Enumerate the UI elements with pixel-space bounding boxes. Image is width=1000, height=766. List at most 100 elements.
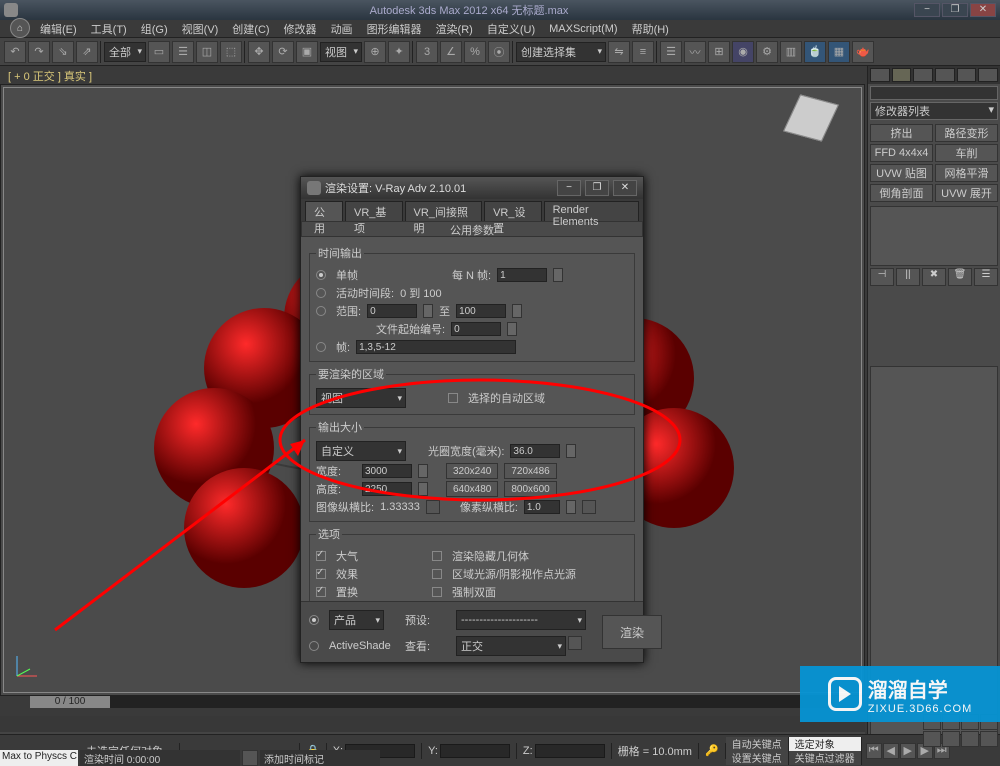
- active-time-radio[interactable]: [316, 288, 326, 298]
- manip-icon[interactable]: ✦: [388, 41, 410, 63]
- menu-tools[interactable]: 工具(T): [91, 21, 127, 37]
- display-tab-icon[interactable]: [957, 68, 977, 82]
- preset-640x480-button[interactable]: 640x480: [446, 481, 498, 497]
- output-preset-dropdown[interactable]: 自定义: [316, 441, 406, 461]
- width-spinner[interactable]: 3000: [362, 464, 412, 478]
- modify-tab-icon[interactable]: [892, 68, 912, 82]
- add-time-tag[interactable]: 添加时间标记: [260, 750, 380, 766]
- file-start-spinner[interactable]: 0: [451, 322, 501, 336]
- range-from-spinbtn[interactable]: [423, 304, 433, 318]
- area-lights-check[interactable]: [432, 569, 442, 579]
- setkey-button[interactable]: 设置关键点: [726, 751, 789, 765]
- tab-vr-base[interactable]: VR_基项: [345, 201, 403, 221]
- preset-320x240-button[interactable]: 320x240: [446, 463, 498, 479]
- percent-snap-icon[interactable]: %: [464, 41, 486, 63]
- height-spinner[interactable]: 2250: [362, 482, 412, 496]
- scale-icon[interactable]: ▣: [296, 41, 318, 63]
- px-aspect-lock-icon[interactable]: [582, 500, 596, 514]
- px-aspect-spinbtn[interactable]: [566, 500, 576, 514]
- render-button[interactable]: 渲染: [602, 615, 662, 649]
- motion-tab-icon[interactable]: [935, 68, 955, 82]
- zoom-extents-icon[interactable]: [923, 731, 941, 747]
- rotate-icon[interactable]: ⟳: [272, 41, 294, 63]
- selection-set-status[interactable]: 选定对象: [789, 737, 862, 751]
- maxscript-listener[interactable]: Max to Physcs C: [0, 750, 78, 766]
- app-menu-icon[interactable]: ⌂: [10, 18, 30, 38]
- preset-800x600-button[interactable]: 800x600: [504, 481, 556, 497]
- unlink-icon[interactable]: ⇗: [76, 41, 98, 63]
- named-selection-dropdown[interactable]: 创建选择集: [516, 42, 606, 62]
- angle-snap-icon[interactable]: ∠: [440, 41, 462, 63]
- material-editor-icon[interactable]: ◉: [732, 41, 754, 63]
- time-slider-thumb[interactable]: 0 / 100: [30, 696, 110, 708]
- tab-common[interactable]: 公用: [305, 201, 343, 221]
- range-to-spinner[interactable]: 100: [456, 304, 506, 318]
- make-unique-icon[interactable]: ✖: [922, 268, 946, 286]
- uvwmap-button[interactable]: UVW 贴图: [870, 164, 933, 182]
- max-toggle-icon[interactable]: [980, 731, 998, 747]
- render-prod-icon[interactable]: 🍵: [804, 41, 826, 63]
- aperture-spinner[interactable]: 36.0: [510, 444, 560, 458]
- preset-dropdown[interactable]: ---------------------: [456, 610, 586, 630]
- ref-coord-dropdown[interactable]: 视图: [320, 42, 362, 62]
- range-to-spinbtn[interactable]: [512, 304, 522, 318]
- dialog-restore-button[interactable]: ❐: [585, 180, 609, 196]
- prev-frame-icon[interactable]: ◀: [883, 743, 899, 759]
- dialog-minimize-button[interactable]: −: [557, 180, 581, 196]
- viewcube[interactable]: [781, 98, 841, 158]
- pathdeform-button[interactable]: 路径变形: [935, 124, 998, 142]
- curve-editor-icon[interactable]: 〰: [684, 41, 706, 63]
- menu-grapheditors[interactable]: 图形编辑器: [367, 21, 422, 37]
- restore-button[interactable]: ❐: [942, 3, 968, 17]
- y-coord-input[interactable]: [440, 744, 510, 758]
- view-dropdown[interactable]: 正交: [456, 636, 566, 656]
- tab-render-elements[interactable]: Render Elements: [544, 201, 639, 221]
- render-last-icon[interactable]: 🫖: [852, 41, 874, 63]
- meshsmooth-button[interactable]: 网格平滑: [935, 164, 998, 182]
- time-slider[interactable]: 0 / 100: [0, 696, 865, 716]
- frames-radio[interactable]: [316, 342, 326, 352]
- force2sided-check[interactable]: [432, 587, 442, 597]
- object-name-field[interactable]: [870, 86, 998, 100]
- show-result-icon[interactable]: ||: [896, 268, 920, 286]
- bevelprofile-button[interactable]: 倒角剖面: [870, 184, 933, 202]
- autokey-button[interactable]: 自动关键点: [726, 737, 789, 751]
- menu-edit[interactable]: 编辑(E): [40, 21, 77, 37]
- move-icon[interactable]: ✥: [248, 41, 270, 63]
- range-from-spinner[interactable]: 0: [367, 304, 417, 318]
- align-icon[interactable]: ≡: [632, 41, 654, 63]
- viewport-label[interactable]: [ + 0 正交 ] 真实 ]: [0, 66, 1000, 84]
- lathe-button[interactable]: 车削: [935, 144, 998, 162]
- spinner-snap-icon[interactable]: ⦿: [488, 41, 510, 63]
- pivot-icon[interactable]: ⊕: [364, 41, 386, 63]
- mirror-icon[interactable]: ⇋: [608, 41, 630, 63]
- undo-icon[interactable]: ↶: [4, 41, 26, 63]
- menu-maxscript[interactable]: MAXScript(M): [549, 23, 617, 35]
- menu-help[interactable]: 帮助(H): [632, 21, 669, 37]
- atmospherics-check[interactable]: [316, 551, 326, 561]
- menu-animation[interactable]: 动画: [331, 21, 353, 37]
- tab-vr-settings[interactable]: VR_设置: [484, 201, 542, 221]
- layers-icon[interactable]: ☰: [660, 41, 682, 63]
- aperture-spinbtn[interactable]: [566, 444, 576, 458]
- production-dropdown[interactable]: 产品: [329, 610, 384, 630]
- minimize-button[interactable]: −: [914, 3, 940, 17]
- schematic-icon[interactable]: ⊞: [708, 41, 730, 63]
- displacement-check[interactable]: [316, 587, 326, 597]
- menu-create[interactable]: 创建(C): [232, 21, 269, 37]
- z-coord-input[interactable]: [535, 744, 605, 758]
- redo-icon[interactable]: ↷: [28, 41, 50, 63]
- height-spinbtn[interactable]: [418, 482, 428, 496]
- menu-group[interactable]: 组(G): [141, 21, 168, 37]
- px-aspect-spinner[interactable]: 1.0: [524, 500, 560, 514]
- menu-rendering[interactable]: 渲染(R): [436, 21, 473, 37]
- every-n-spinner[interactable]: 1: [497, 268, 547, 282]
- trackbar[interactable]: [0, 716, 865, 732]
- activeshade-radio[interactable]: [309, 641, 319, 651]
- render-hidden-check[interactable]: [432, 551, 442, 561]
- keyfilter-button[interactable]: 关键点过滤器: [789, 751, 862, 765]
- preset-720x486-button[interactable]: 720x486: [504, 463, 556, 479]
- view-lock-icon[interactable]: [568, 636, 582, 650]
- render-iter-icon[interactable]: ▦: [828, 41, 850, 63]
- configure-sets-icon[interactable]: ☰: [974, 268, 998, 286]
